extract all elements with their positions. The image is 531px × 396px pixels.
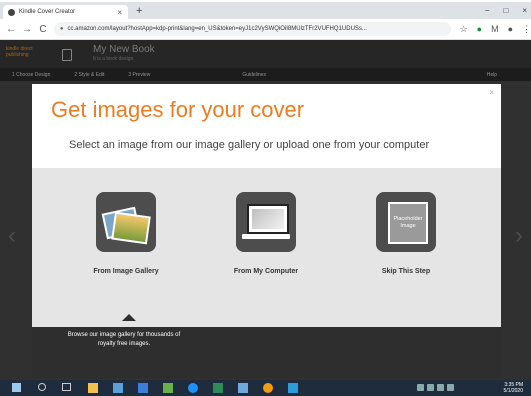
app-icon[interactable] [163, 383, 173, 393]
mail-icon[interactable] [138, 383, 148, 393]
app3-icon[interactable] [288, 383, 298, 393]
new-tab-button[interactable]: + [136, 6, 142, 17]
system-tray [417, 384, 477, 392]
laptop-icon [247, 204, 289, 234]
skip-step-label[interactable]: Skip This Step [356, 268, 456, 275]
lock-icon: ● [59, 26, 64, 32]
tab-favicon-icon [8, 8, 15, 16]
my-computer-label[interactable]: From My Computer [216, 268, 316, 275]
get-images-dialog: × Get images for your cover Select an im… [32, 84, 501, 378]
image-gallery-label[interactable]: From Image Gallery [76, 268, 176, 275]
dialog-title: Get images for your cover [51, 97, 305, 122]
tray-icon-1[interactable] [417, 384, 424, 391]
back-button[interactable]: ← [6, 24, 16, 35]
url-text: cc.amazon.com/layout?hostApp=kdp-print&l… [67, 26, 367, 32]
cover-creator-page: kindle direct publishing My New Book It … [0, 40, 531, 380]
extension-icon[interactable]: ● [477, 24, 482, 34]
image-gallery-option[interactable] [96, 192, 156, 252]
tooltip-pointer [122, 314, 136, 321]
forward-button[interactable]: → [22, 24, 32, 35]
chrome-icon[interactable] [263, 383, 273, 393]
skip-step-option[interactable]: Placeholder Image [376, 192, 436, 252]
tab-close-icon[interactable]: × [117, 8, 122, 17]
task-view-icon[interactable] [62, 383, 71, 391]
photo-front-icon [111, 211, 151, 245]
browser-tab[interactable]: Kindle Cover Creator × [3, 5, 128, 19]
tray-icon-3[interactable] [437, 384, 444, 391]
tab-title: Kindle Cover Creator [19, 9, 76, 15]
store-icon[interactable] [113, 383, 123, 393]
minimize-button[interactable]: − [485, 6, 490, 15]
star-icon[interactable]: ☆ [460, 24, 468, 35]
image-source-options: From Image Gallery From My Computer Plac… [32, 168, 501, 327]
gmail-icon[interactable]: M [491, 24, 499, 34]
address-bar-row: ← → C ● cc.amazon.com/layout?hostApp=kdp… [0, 19, 531, 40]
maximize-button[interactable]: □ [503, 6, 508, 15]
close-window-button[interactable]: × [522, 6, 527, 15]
windows-taskbar: 3:35 PM 5/1/2020 [0, 380, 531, 396]
clock-date: 5/1/2020 [503, 388, 523, 394]
profile-icon[interactable]: ● [508, 24, 513, 34]
search-icon[interactable] [38, 383, 46, 391]
browser-tabstrip: Kindle Cover Creator × + − □ × [0, 2, 531, 19]
dialog-subtitle: Select an image from our image gallery o… [69, 139, 430, 151]
option-description-bar: Browse our image gallery for thousands o… [32, 327, 501, 378]
file-explorer-icon[interactable] [88, 383, 98, 393]
my-computer-option[interactable] [236, 192, 296, 252]
dialog-close-icon[interactable]: × [489, 88, 494, 97]
tray-icon-2[interactable] [427, 384, 434, 391]
url-field[interactable]: ● cc.amazon.com/layout?hostApp=kdp-print… [53, 22, 451, 36]
app2-icon[interactable] [238, 383, 248, 393]
option-description: Browse our image gallery for thousands o… [67, 332, 181, 347]
edge-icon[interactable] [188, 383, 198, 393]
placeholder-image-icon: Placeholder Image [388, 202, 428, 244]
window-controls: − □ × [485, 6, 527, 15]
menu-icon[interactable]: ⋮ [522, 24, 531, 35]
reload-button[interactable]: C [38, 24, 48, 35]
tray-icon-4[interactable] [447, 384, 454, 391]
clock[interactable]: 3:35 PM 5/1/2020 [504, 382, 523, 394]
start-icon[interactable] [12, 383, 21, 392]
laptop-base [242, 234, 290, 239]
excel-icon[interactable] [213, 383, 223, 393]
